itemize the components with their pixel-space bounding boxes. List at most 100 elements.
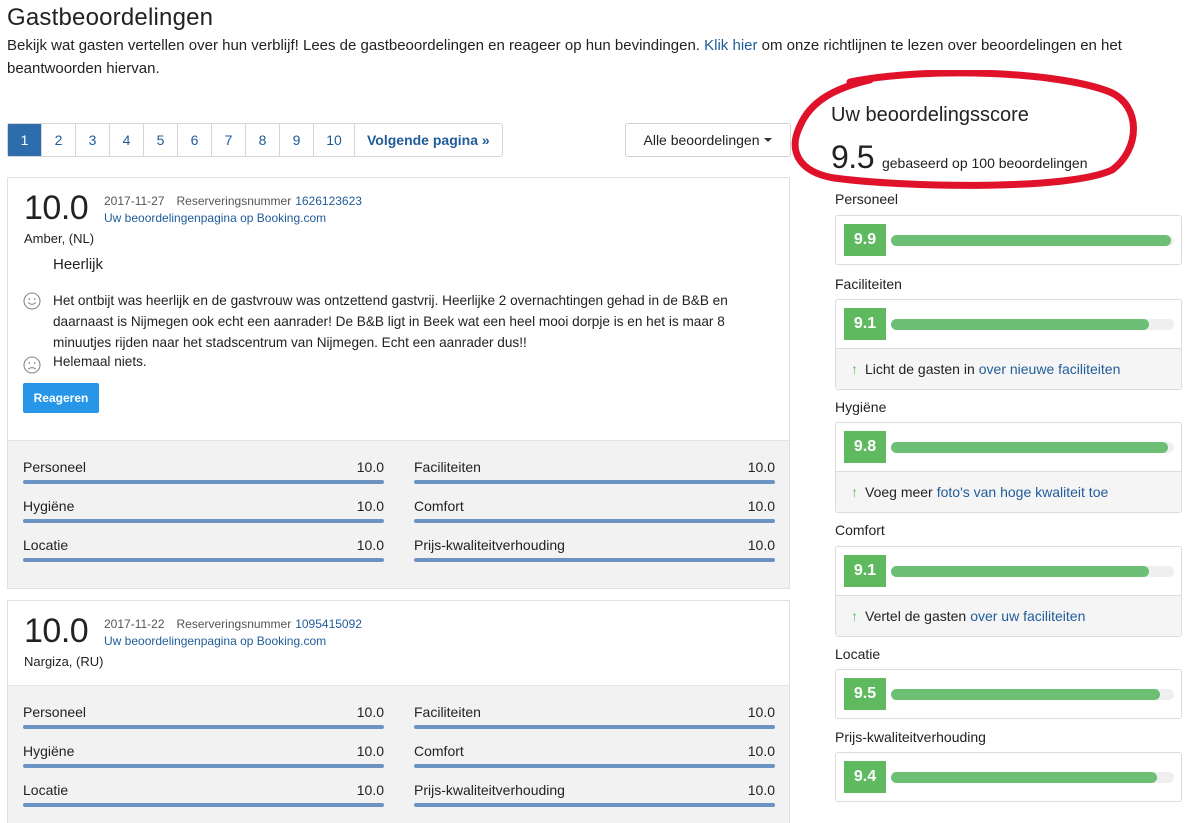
overall-score-value: 9.5 xyxy=(831,139,874,175)
category-card-locatie: 9.5 xyxy=(835,669,1182,719)
guest-name: Nargiza, (RU) xyxy=(24,654,104,669)
page-title: Gastbeoordelingen xyxy=(7,4,214,31)
category-tip: ↑ Licht de gasten in over nieuwe facilit… xyxy=(836,348,1181,389)
page-1[interactable]: 1 xyxy=(8,124,42,156)
overall-score-box: Uw beoordelingsscore 9.5 gebaseerd op 10… xyxy=(831,104,1088,176)
category-card-hygiene: 9.8 ↑ Voeg meer foto's van hoge kwalitei… xyxy=(835,422,1182,513)
page-7[interactable]: 7 xyxy=(212,124,246,156)
subscore-bar xyxy=(23,803,384,807)
page-10[interactable]: 10 xyxy=(314,124,355,156)
subscore-value: 10.0 xyxy=(356,498,384,514)
category-score-fill xyxy=(891,442,1169,453)
subscore-bar xyxy=(23,519,384,523)
review-negative-text: Helemaal niets. xyxy=(53,354,147,369)
reservation-number-link[interactable]: 1626123623 xyxy=(295,194,362,208)
subscore-bar xyxy=(414,803,775,807)
subscore-name: Prijs-kwaliteitverhouding xyxy=(414,782,565,798)
booking-review-page-link[interactable]: Uw beoordelingenpagina op Booking.com xyxy=(104,211,326,225)
subscore-bar xyxy=(414,480,775,484)
reply-button[interactable]: Reageren xyxy=(23,383,99,413)
tip-text: Vertel de gasten xyxy=(865,608,967,624)
page-3[interactable]: 3 xyxy=(76,124,110,156)
subscore-bar xyxy=(414,519,775,523)
next-page-link[interactable]: Volgende pagina » xyxy=(355,124,502,156)
subscore-name: Prijs-kwaliteitverhouding xyxy=(414,537,565,553)
subscore-bar xyxy=(23,764,384,768)
subscore-name: Comfort xyxy=(414,498,464,514)
category-score-fill xyxy=(891,235,1172,246)
tip-link-new-facilities[interactable]: over nieuwe faciliteiten xyxy=(979,361,1121,377)
subscore-value: 10.0 xyxy=(747,459,775,475)
smiley-icon xyxy=(23,292,41,310)
subscore-value: 10.0 xyxy=(356,537,384,553)
arrow-up-icon: ↑ xyxy=(851,361,858,377)
subscore-name: Comfort xyxy=(414,743,464,759)
page-4[interactable]: 4 xyxy=(110,124,144,156)
category-label-personeel: Personeel xyxy=(835,191,899,207)
overall-score-basis: gebaseerd op 100 beoordelingen xyxy=(881,155,1088,171)
category-score-fill xyxy=(891,319,1149,330)
category-score-fill xyxy=(891,566,1149,577)
guidelines-link[interactable]: Klik hier xyxy=(704,37,757,54)
filter-label: Alle beoordelingen xyxy=(643,132,760,148)
category-score-track xyxy=(891,689,1174,700)
caret-down-icon xyxy=(764,138,773,142)
subscore-name: Hygiëne xyxy=(23,498,75,514)
review-meta: 2017-11-22 Reserveringsnummer 1095415092 xyxy=(104,617,362,631)
page-5[interactable]: 5 xyxy=(144,124,178,156)
review-card: 10.0 2017-11-22 Reserveringsnummer 1095415… xyxy=(7,600,790,823)
booking-review-page-link[interactable]: Uw beoordelingenpagina op Booking.com xyxy=(104,634,326,648)
subscores-panel: Personeel 10.0 Faciliteiten 10.0 Hygiëne… xyxy=(8,685,789,823)
review-title: Heerlijk xyxy=(53,256,104,273)
tip-text: Licht de gasten in xyxy=(865,361,975,377)
category-score-badge: 9.5 xyxy=(844,678,886,710)
subscore-bar xyxy=(23,558,384,562)
category-score-track xyxy=(891,319,1174,330)
category-label-hygiene: Hygiëne xyxy=(835,399,887,415)
subscore-name: Faciliteiten xyxy=(414,459,481,475)
reservation-number-link[interactable]: 1095415092 xyxy=(295,617,362,631)
category-score-track xyxy=(891,772,1174,783)
category-score-track xyxy=(891,566,1174,577)
subscore-name: Personeel xyxy=(23,459,87,475)
guest-name: Amber, (NL) xyxy=(24,231,95,246)
subscore-value: 10.0 xyxy=(356,782,384,798)
reservation-label: Reserveringsnummer xyxy=(176,617,292,631)
category-tip: ↑ Voeg meer foto's van hoge kwaliteit to… xyxy=(836,471,1181,512)
pagination: 1 2 3 4 5 6 7 8 9 10 Volgende pagina » xyxy=(7,123,503,157)
category-score-badge: 9.9 xyxy=(844,224,886,256)
tip-link-facilities[interactable]: over uw faciliteiten xyxy=(970,608,1085,624)
category-label-faciliteiten: Faciliteiten xyxy=(835,276,902,292)
category-card-faciliteiten: 9.1 ↑ Licht de gasten in over nieuwe fac… xyxy=(835,299,1182,390)
page-6[interactable]: 6 xyxy=(178,124,212,156)
category-card-comfort: 9.1 ↑ Vertel de gasten over uw facilitei… xyxy=(835,546,1182,637)
category-tip: ↑ Vertel de gasten over uw faciliteiten xyxy=(836,595,1181,636)
subscore-bar xyxy=(414,558,775,562)
subscore-name: Locatie xyxy=(23,782,69,798)
subscore-bar xyxy=(23,725,384,729)
review-filter-dropdown[interactable]: Alle beoordelingen xyxy=(625,123,791,157)
review-card: 10.0 2017-11-27 Reserveringsnummer 1626123… xyxy=(7,177,790,589)
review-date: 2017-11-22 xyxy=(104,617,165,631)
subscore-value: 10.0 xyxy=(356,459,384,475)
subscore-value: 10.0 xyxy=(356,704,384,720)
subscore-value: 10.0 xyxy=(747,743,775,759)
category-score-track xyxy=(891,442,1174,453)
page-9[interactable]: 9 xyxy=(280,124,314,156)
category-score-badge: 9.4 xyxy=(844,761,886,793)
subscore-bar xyxy=(414,764,775,768)
overall-score-title: Uw beoordelingsscore xyxy=(831,104,1029,126)
subscore-value: 10.0 xyxy=(747,704,775,720)
subscore-value: 10.0 xyxy=(747,782,775,798)
review-score: 10.0 xyxy=(24,612,89,650)
page-8[interactable]: 8 xyxy=(246,124,280,156)
tip-link-photos[interactable]: foto's van hoge kwaliteit toe xyxy=(937,484,1109,500)
page-2[interactable]: 2 xyxy=(42,124,76,156)
subscore-bar xyxy=(23,480,384,484)
reservation-label: Reserveringsnummer xyxy=(176,194,292,208)
review-meta: 2017-11-27 Reserveringsnummer 1626123623 xyxy=(104,194,362,208)
category-card-personeel: 9.9 xyxy=(835,215,1182,265)
review-positive-text: Het ontbijt was heerlijk en de gastvrouw… xyxy=(53,293,728,350)
subscore-name: Personeel xyxy=(23,704,87,720)
category-score-track xyxy=(891,235,1174,246)
